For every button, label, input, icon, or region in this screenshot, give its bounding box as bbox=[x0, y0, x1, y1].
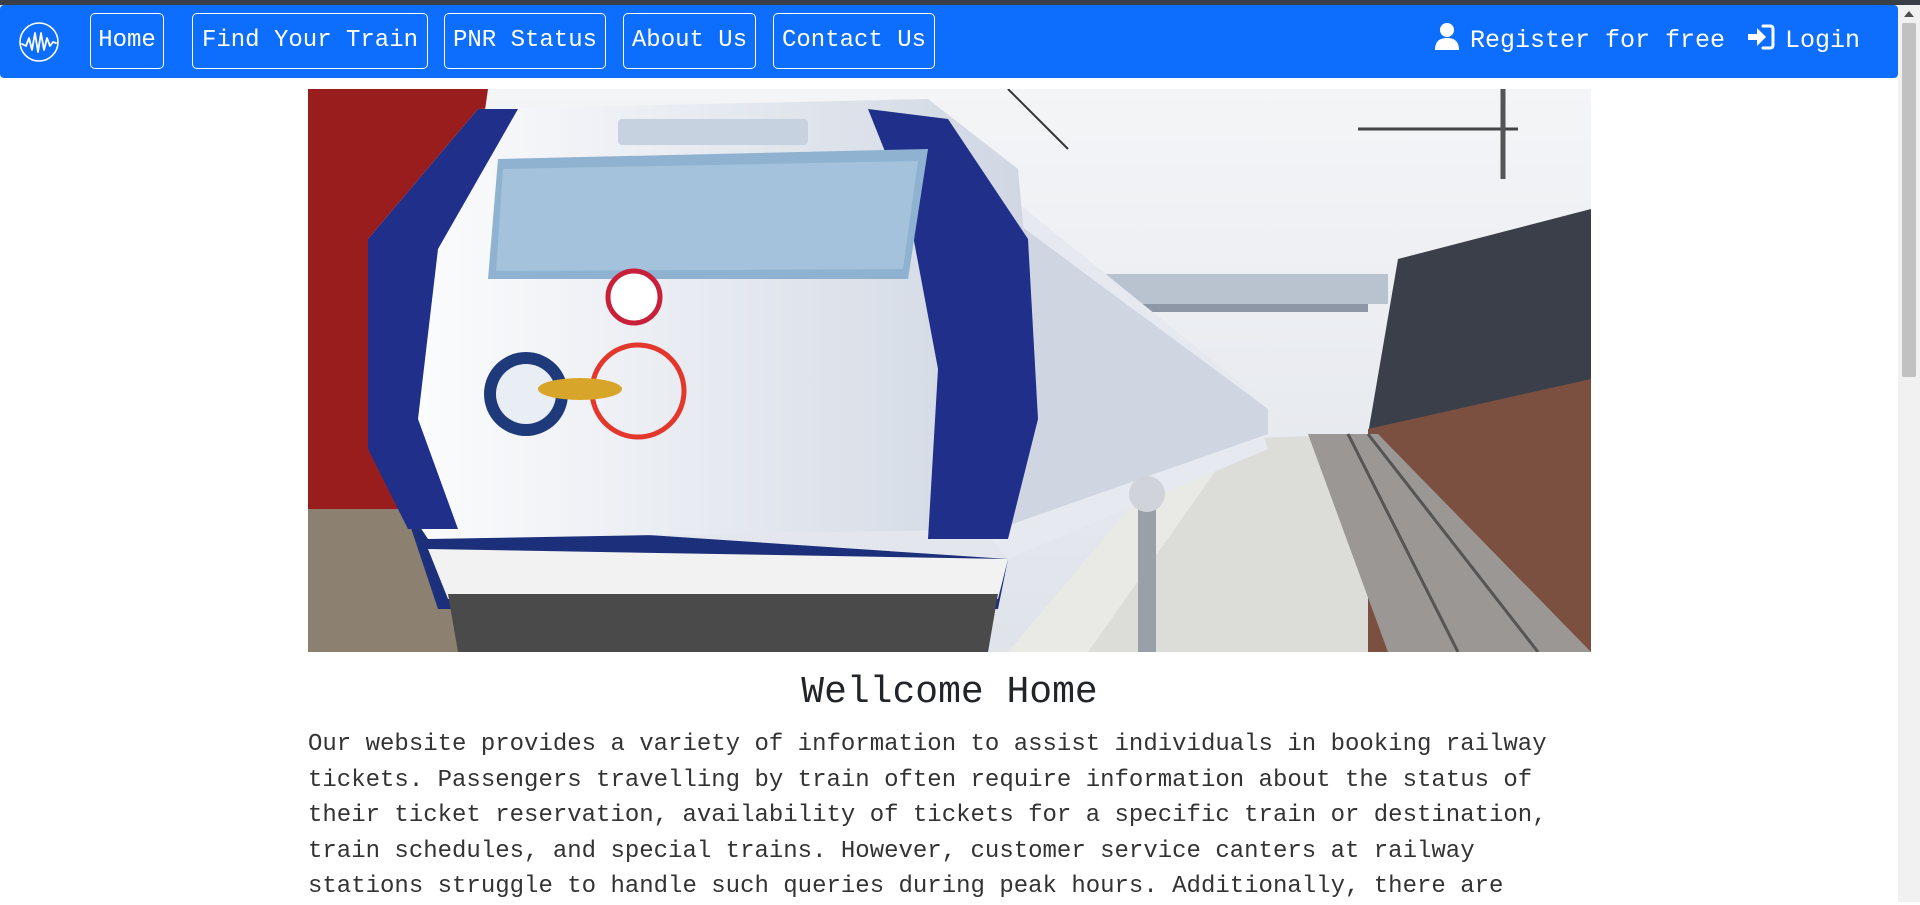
scroll-thumb[interactable] bbox=[1902, 23, 1916, 377]
register-label: Register for free bbox=[1470, 26, 1726, 55]
waveform-logo-icon[interactable] bbox=[18, 21, 60, 63]
login-link[interactable]: Login bbox=[1747, 21, 1860, 61]
intro-paragraph: Our website provides a variety of inform… bbox=[308, 731, 1547, 900]
register-link[interactable]: Register for free bbox=[1434, 21, 1725, 61]
navbar: Home Find Your Train PNR Status About Us… bbox=[0, 5, 1898, 78]
nav-contact-us[interactable]: Contact Us bbox=[773, 13, 935, 69]
scroll-up-arrow-icon[interactable] bbox=[1904, 11, 1914, 17]
nav-about-us[interactable]: About Us bbox=[623, 13, 756, 69]
nav-find-your-train[interactable]: Find Your Train bbox=[192, 13, 428, 69]
hero-train-image bbox=[308, 89, 1591, 652]
nav-home[interactable]: Home bbox=[90, 13, 164, 69]
user-icon bbox=[1435, 23, 1459, 50]
page-title: Wellcome Home bbox=[801, 671, 1098, 714]
login-label: Login bbox=[1785, 26, 1861, 55]
train-photo bbox=[308, 89, 1591, 652]
sign-in-icon bbox=[1748, 24, 1775, 50]
nav-pnr-status[interactable]: PNR Status bbox=[444, 13, 606, 69]
page-scrollbar[interactable] bbox=[1898, 5, 1920, 902]
